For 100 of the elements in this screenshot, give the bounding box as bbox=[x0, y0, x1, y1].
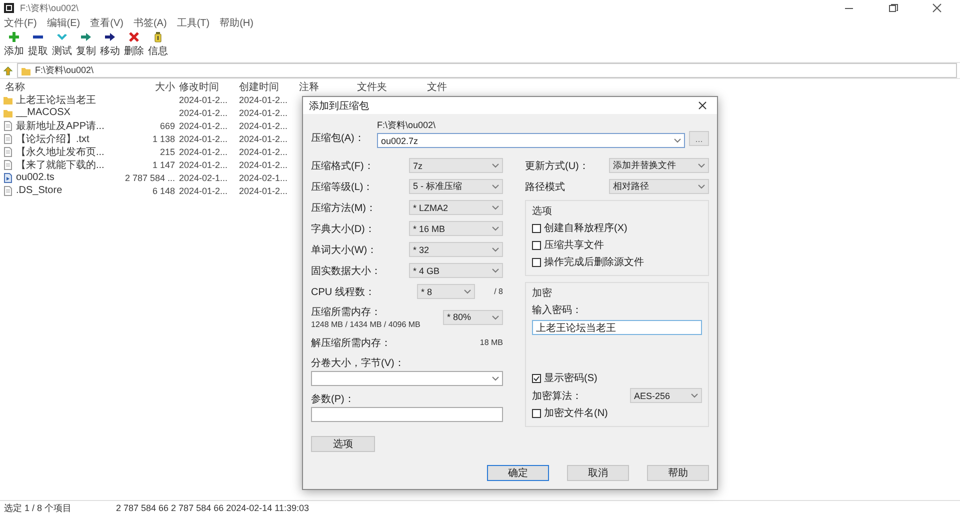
field-label: 解压缩所需内存： bbox=[311, 336, 391, 350]
created-date: 2024-02-1... bbox=[238, 172, 289, 182]
checkbox[interactable]: 压缩共享文件 bbox=[532, 238, 702, 252]
file-name[interactable]: 【来了就能下载的... bbox=[16, 158, 104, 172]
menu-item[interactable]: 工具(T) bbox=[176, 16, 210, 30]
plus-icon bbox=[8, 31, 20, 43]
checkbox[interactable]: 创建自释放程序(X) bbox=[532, 221, 702, 235]
file-size: 1 147 bbox=[151, 160, 176, 170]
file-name[interactable]: 【论坛介绍】.txt bbox=[16, 132, 90, 146]
column-header[interactable]: 注释 bbox=[297, 80, 355, 94]
toolbar-button[interactable]: 添加 bbox=[2, 31, 26, 58]
caret-icon bbox=[492, 226, 499, 231]
dropdown[interactable]: * 8 bbox=[417, 284, 475, 299]
parameters-field[interactable] bbox=[311, 407, 503, 422]
file-name[interactable]: __MACOSX bbox=[16, 107, 70, 118]
column-header[interactable]: 修改时间 bbox=[177, 80, 237, 94]
up-arrow-icon[interactable] bbox=[3, 66, 13, 76]
window-title: F:\资料\ou002\ bbox=[20, 2, 79, 14]
browse-button[interactable]: ... bbox=[689, 131, 709, 146]
file-name[interactable]: 上老王论坛当老王 bbox=[16, 93, 96, 107]
dialog-button[interactable]: 确定 bbox=[487, 465, 549, 481]
file-size: 6 148 bbox=[151, 186, 176, 196]
modified-date: 2024-01-2... bbox=[178, 95, 229, 105]
dropdown[interactable]: * 16 MB bbox=[409, 221, 503, 236]
field-label: 路径模式 bbox=[525, 180, 565, 194]
caret-icon bbox=[492, 205, 499, 210]
created-date: 2024-01-2... bbox=[238, 95, 289, 105]
field-label: 更新方式(U)： bbox=[525, 160, 589, 172]
close-icon[interactable] bbox=[932, 3, 942, 13]
caret-icon bbox=[464, 289, 471, 294]
toolbar-button[interactable]: 删除 bbox=[122, 31, 146, 58]
dialog-button[interactable]: 帮助 bbox=[647, 465, 709, 481]
app-icon bbox=[4, 3, 14, 13]
maximize-icon[interactable] bbox=[888, 3, 898, 13]
toolbar-button[interactable]: 测试 bbox=[50, 31, 74, 58]
menu-item[interactable]: 书签(A) bbox=[133, 16, 167, 30]
created-date: 2024-01-2... bbox=[238, 160, 289, 170]
group-title: 加密 bbox=[532, 286, 553, 300]
file-name[interactable]: 【永久地址发布页... bbox=[16, 145, 104, 159]
caret-icon bbox=[492, 268, 499, 273]
column-header[interactable]: 创建时间 bbox=[237, 80, 297, 94]
checkbox[interactable]: 操作完成后删除源文件 bbox=[532, 255, 702, 269]
menu-item[interactable]: 帮助(H) bbox=[220, 16, 254, 30]
dropdown[interactable]: * 4 GB bbox=[409, 263, 503, 278]
caret-icon bbox=[698, 163, 705, 168]
file-name[interactable]: ou002.ts bbox=[16, 172, 54, 183]
modified-date: 2024-01-2... bbox=[178, 134, 229, 144]
field-label: 固实数据大小： bbox=[311, 264, 381, 278]
modified-date: 2024-01-2... bbox=[178, 186, 229, 196]
dropdown[interactable]: * LZMA2 bbox=[409, 200, 503, 215]
caret-icon bbox=[492, 247, 499, 252]
checkbox-icon bbox=[532, 224, 541, 232]
address-field[interactable]: F:\资料\ou002\ bbox=[17, 63, 957, 78]
dialog-button[interactable]: 取消 bbox=[567, 465, 629, 481]
arrow-icon bbox=[80, 31, 92, 43]
dropdown[interactable]: 相对路径 bbox=[609, 179, 709, 194]
created-date: 2024-01-2... bbox=[238, 186, 289, 196]
checkbox[interactable]: 显示密码(S) bbox=[532, 371, 702, 385]
caret-icon bbox=[674, 138, 681, 143]
checkbox-icon bbox=[532, 240, 541, 250]
volume-size-field[interactable] bbox=[311, 371, 503, 386]
modified-date: 2024-01-2... bbox=[178, 121, 229, 131]
archive-name-field[interactable]: ou002.7z bbox=[377, 133, 685, 148]
caret-icon bbox=[492, 163, 499, 168]
column-header[interactable]: 文件夹 bbox=[355, 80, 425, 94]
memory-usage: 1248 MB / 1434 MB / 4096 MB bbox=[311, 320, 420, 329]
modified-date: 2024-02-1... bbox=[178, 172, 229, 182]
menu-item[interactable]: 文件(F) bbox=[4, 16, 37, 30]
dropdown[interactable]: * 32 bbox=[409, 242, 503, 257]
dropdown[interactable]: 5 - 标准压缩 bbox=[409, 179, 503, 194]
column-header[interactable]: 大小 bbox=[115, 80, 177, 94]
dropdown[interactable]: AES-256 bbox=[630, 388, 702, 403]
dropdown[interactable]: 7z bbox=[409, 158, 503, 173]
file-name[interactable]: 最新地址及APP请... bbox=[16, 119, 104, 133]
options-button[interactable]: 选项 bbox=[311, 436, 375, 452]
modified-date: 2024-01-2... bbox=[178, 160, 229, 170]
file-name[interactable]: .DS_Store bbox=[16, 185, 62, 196]
column-header[interactable]: 文件 bbox=[425, 80, 485, 94]
dropdown[interactable]: 添加并替换文件 bbox=[609, 158, 709, 173]
toolbar-button[interactable]: 移动 bbox=[98, 31, 122, 58]
arrow-icon bbox=[104, 31, 116, 43]
field-label: CPU 线程数： bbox=[311, 286, 375, 298]
caret-icon bbox=[492, 314, 499, 320]
document-icon bbox=[3, 186, 13, 196]
field-label: 压缩方法(M)： bbox=[311, 202, 376, 214]
dropdown[interactable]: * 80% bbox=[443, 310, 503, 324]
checkbox[interactable]: 加密文件名(N) bbox=[532, 406, 702, 420]
check-icon bbox=[56, 31, 68, 43]
file-size: 215 bbox=[158, 147, 176, 157]
caret-icon bbox=[698, 184, 705, 189]
column-header[interactable]: 名称 bbox=[3, 80, 115, 94]
close-icon[interactable] bbox=[698, 101, 707, 110]
menu-item[interactable]: 查看(V) bbox=[90, 16, 124, 30]
toolbar-button[interactable]: 信息 bbox=[146, 31, 170, 58]
password-field[interactable]: 上老王论坛当老王 bbox=[532, 320, 702, 335]
menu-item[interactable]: 编辑(E) bbox=[46, 16, 80, 30]
toolbar-button[interactable]: 提取 bbox=[26, 31, 50, 58]
field-label: 加密算法： bbox=[532, 390, 582, 402]
thread-count: / 8 bbox=[493, 287, 503, 296]
toolbar-button[interactable]: 复制 bbox=[74, 31, 98, 58]
